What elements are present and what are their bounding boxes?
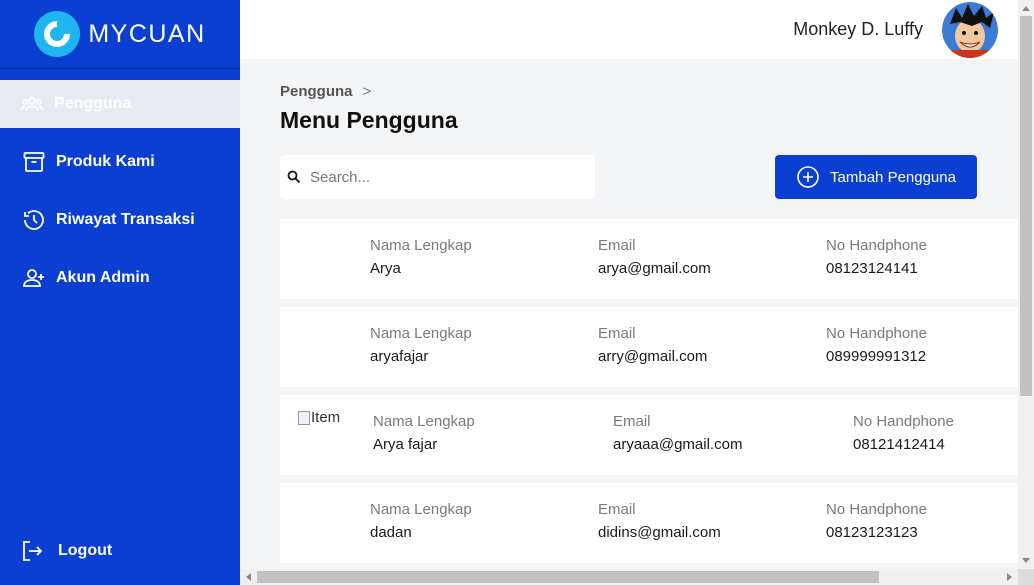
- horizontal-scroll-thumb[interactable]: [257, 571, 879, 583]
- email-value: didins@gmail.com: [598, 524, 721, 541]
- phone-label: No Handphone: [826, 325, 927, 342]
- name-value: dadan: [370, 524, 412, 541]
- scroll-down-arrow-icon[interactable]: [1022, 558, 1030, 563]
- name-column: Nama Lengkap Arya: [370, 237, 472, 277]
- horizontal-scrollbar[interactable]: [240, 569, 1018, 585]
- email-value: aryaaa@gmail.com: [613, 436, 743, 453]
- phone-label: No Handphone: [853, 413, 954, 430]
- phone-column: No Handphone 08123124141: [826, 237, 927, 277]
- sidebar-item-label: Riwayat Transaksi: [56, 211, 195, 228]
- phone-label: No Handphone: [826, 501, 927, 518]
- phone-label: No Handphone: [826, 237, 927, 254]
- email-value: arya@gmail.com: [598, 260, 711, 277]
- phone-column: No Handphone 08121412414: [853, 413, 954, 453]
- name-value: Arya fajar: [373, 436, 438, 453]
- name-label: Nama Lengkap: [370, 501, 472, 518]
- sidebar-item-akun-admin[interactable]: Akun Admin: [0, 254, 240, 302]
- broken-image-alt: Item: [311, 409, 341, 426]
- email-label: Email: [613, 413, 651, 430]
- main-content: Pengguna> Menu Pengguna Tambah Pengguna …: [240, 59, 1018, 569]
- plus-circle-icon: [797, 166, 819, 188]
- list-item[interactable]: Nama Lengkap Arya Email arya@gmail.com N…: [280, 219, 1018, 299]
- name-column: Nama Lengkap Arya fajar: [373, 413, 475, 453]
- scrollbar-corner: [1018, 569, 1034, 585]
- brand[interactable]: MYCUAN: [0, 0, 240, 69]
- page-title: Menu Pengguna: [280, 107, 458, 133]
- email-column: Email aryaaa@gmail.com: [613, 413, 742, 453]
- search-icon: [287, 170, 301, 184]
- add-user-label: Tambah Pengguna: [830, 168, 956, 186]
- breadcrumb-separator: >: [362, 83, 372, 100]
- avatar[interactable]: [942, 2, 998, 58]
- phone-value: 08123124141: [826, 260, 918, 277]
- name-label: Nama Lengkap: [370, 237, 472, 254]
- name-label: Nama Lengkap: [373, 413, 475, 430]
- add-user-button[interactable]: Tambah Pengguna: [775, 155, 977, 199]
- email-column: Email arry@gmail.com: [598, 325, 707, 365]
- name-value: aryafajar: [370, 348, 429, 365]
- archive-box-icon: [23, 152, 45, 172]
- logout-label: Logout: [58, 542, 113, 559]
- sidebar-item-produk-kami[interactable]: Produk Kami: [0, 138, 240, 186]
- history-icon: [24, 210, 44, 230]
- phone-column: No Handphone 089999991312: [826, 325, 927, 365]
- list-item[interactable]: Nama Lengkap aryafajar Email arry@gmail.…: [280, 307, 1018, 387]
- email-column: Email didins@gmail.com: [598, 501, 721, 541]
- search-input[interactable]: [310, 168, 580, 186]
- phone-value: 089999991312: [826, 348, 927, 365]
- sidebar-item-riwayat-transaksi[interactable]: Riwayat Transaksi: [0, 196, 240, 244]
- sidebar-item-label: Pengguna: [54, 95, 132, 112]
- phone-value: 08123123123: [826, 524, 918, 541]
- phone-column: No Handphone 08123123123: [826, 501, 927, 541]
- scroll-up-arrow-icon[interactable]: [1022, 6, 1030, 11]
- email-column: Email arya@gmail.com: [598, 237, 711, 277]
- name-label: Nama Lengkap: [370, 325, 472, 342]
- list-item[interactable]: Item Nama Lengkap Arya fajar Email aryaa…: [280, 395, 1018, 475]
- user-plus-icon: [23, 269, 44, 287]
- search-box[interactable]: [280, 155, 595, 199]
- sidebar-item-label: Produk Kami: [56, 153, 155, 170]
- email-label: Email: [598, 237, 636, 254]
- vertical-scroll-thumb[interactable]: [1020, 16, 1032, 396]
- scroll-left-arrow-icon[interactable]: [246, 573, 251, 581]
- name-column: Nama Lengkap dadan: [370, 501, 472, 541]
- logout-icon: [23, 541, 43, 561]
- brand-name: MYCUAN: [88, 19, 206, 48]
- vertical-scrollbar[interactable]: [1018, 0, 1034, 569]
- logout-button[interactable]: Logout: [20, 539, 112, 563]
- email-label: Email: [598, 325, 636, 342]
- brand-logo-icon: [34, 11, 81, 57]
- broken-image-icon: [298, 410, 310, 425]
- sidebar-item-label: Akun Admin: [56, 269, 150, 286]
- name-value: Arya: [370, 260, 401, 277]
- broken-image: Item: [298, 409, 340, 426]
- sidebar-item-pengguna[interactable]: Pengguna: [0, 80, 240, 128]
- email-label: Email: [598, 501, 636, 518]
- name-column: Nama Lengkap aryafajar: [370, 325, 472, 365]
- user-name: Monkey D. Luffy: [793, 19, 923, 39]
- users-icon: [20, 97, 44, 112]
- breadcrumb-item-pengguna[interactable]: Pengguna: [280, 83, 353, 100]
- phone-value: 08121412414: [853, 436, 945, 453]
- sidebar: MYCUAN Pengguna Produk Kami Riwayat Tran…: [0, 0, 240, 585]
- breadcrumb: Pengguna >: [280, 83, 371, 100]
- user-list: Nama Lengkap Arya Email arya@gmail.com N…: [280, 219, 1018, 569]
- list-item[interactable]: Nama Lengkap dadan Email didins@gmail.co…: [280, 483, 1018, 563]
- sidebar-nav: Pengguna Produk Kami Riwayat Transaksi A…: [0, 80, 240, 302]
- email-value: arry@gmail.com: [598, 348, 708, 365]
- topbar: Monkey D. Luffy: [240, 0, 1018, 59]
- scroll-right-arrow-icon[interactable]: [1007, 573, 1012, 581]
